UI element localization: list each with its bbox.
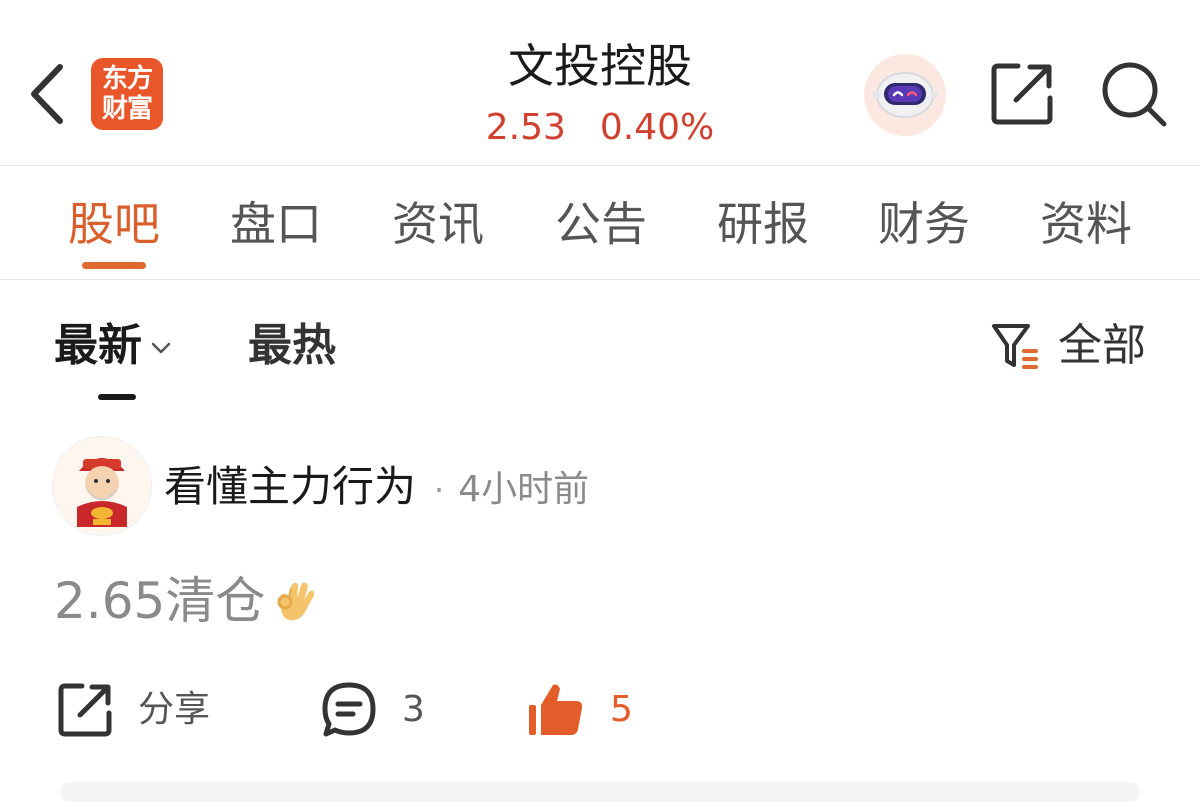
post-actions: 分享 3 5 bbox=[0, 674, 1200, 754]
post-comment-button[interactable]: 3 bbox=[320, 680, 425, 740]
active-tab-indicator bbox=[82, 262, 146, 269]
share-label: 分享 bbox=[138, 689, 211, 730]
back-button[interactable] bbox=[22, 62, 70, 126]
ok-hand-emoji-icon bbox=[277, 582, 315, 621]
post-share-button[interactable]: 分享 bbox=[56, 680, 210, 740]
filter-button[interactable]: 全部 bbox=[990, 318, 1146, 374]
filter-label: 全部 bbox=[1058, 320, 1146, 371]
filter-icon bbox=[992, 324, 1038, 369]
search-icon bbox=[1102, 62, 1167, 127]
logo-line-2: 财富 bbox=[101, 94, 153, 124]
sort-bar: 最新 最热 全部 bbox=[0, 280, 1200, 406]
share-button[interactable] bbox=[988, 60, 1056, 128]
post-like-button[interactable]: 5 bbox=[526, 680, 633, 740]
top-header: 东方 财富 文投控股 2.53 0.40% bbox=[0, 0, 1200, 166]
post-content[interactable]: 2.65清仓 bbox=[54, 570, 317, 632]
stock-price: 2.53 bbox=[485, 107, 566, 148]
tab-profile[interactable]: 资料 bbox=[1021, 194, 1151, 254]
share-icon bbox=[58, 683, 112, 737]
tab-finance[interactable]: 财务 bbox=[859, 194, 989, 254]
stock-quote: 2.53 0.40% bbox=[400, 104, 800, 152]
sort-hot-button[interactable]: 最热 bbox=[248, 318, 336, 374]
user-avatar[interactable] bbox=[52, 436, 152, 536]
like-count: 5 bbox=[610, 689, 633, 730]
eastmoney-logo[interactable]: 东方 财富 bbox=[91, 58, 163, 130]
next-post-card-edge bbox=[60, 782, 1140, 802]
chevron-down-icon bbox=[151, 342, 171, 354]
tab-guba[interactable]: 股吧 bbox=[49, 194, 179, 254]
sort-latest-label: 最新 bbox=[54, 320, 142, 371]
username[interactable]: 看懂主力行为 bbox=[164, 460, 416, 514]
share-icon bbox=[991, 63, 1053, 125]
thumbs-up-icon bbox=[529, 684, 583, 735]
post-text: 2.65清仓 bbox=[54, 572, 266, 630]
tab-pankou[interactable]: 盘口 bbox=[211, 194, 341, 254]
stock-name: 文投控股 bbox=[508, 39, 692, 93]
comment-count: 3 bbox=[402, 689, 425, 730]
god-of-wealth-avatar bbox=[53, 437, 151, 535]
tab-announcements[interactable]: 公告 bbox=[536, 194, 666, 254]
post-time: 4小时前 bbox=[458, 469, 590, 510]
tab-research[interactable]: 研报 bbox=[698, 194, 828, 254]
meta-separator: · bbox=[434, 471, 445, 509]
logo-line-1: 东方 bbox=[101, 64, 153, 94]
sort-active-indicator bbox=[98, 394, 136, 400]
post-meta: 看懂主力行为 · 4小时前 bbox=[164, 460, 589, 514]
robot-assistant-icon bbox=[872, 72, 938, 118]
sort-latest-button[interactable]: 最新 bbox=[54, 318, 172, 374]
chevron-left-icon bbox=[31, 64, 63, 124]
comment-icon bbox=[322, 682, 376, 737]
section-tabs: 股吧 盘口 资讯 公告 研报 财务 资料 bbox=[0, 166, 1200, 280]
search-button[interactable] bbox=[1100, 60, 1170, 130]
robot-assistant-button[interactable] bbox=[864, 54, 946, 136]
post-card[interactable]: 看懂主力行为 · 4小时前 2.65清仓 分享 3 5 bbox=[0, 406, 1200, 790]
tab-news[interactable]: 资讯 bbox=[373, 194, 503, 254]
stock-change-percent: 0.40% bbox=[599, 107, 715, 148]
